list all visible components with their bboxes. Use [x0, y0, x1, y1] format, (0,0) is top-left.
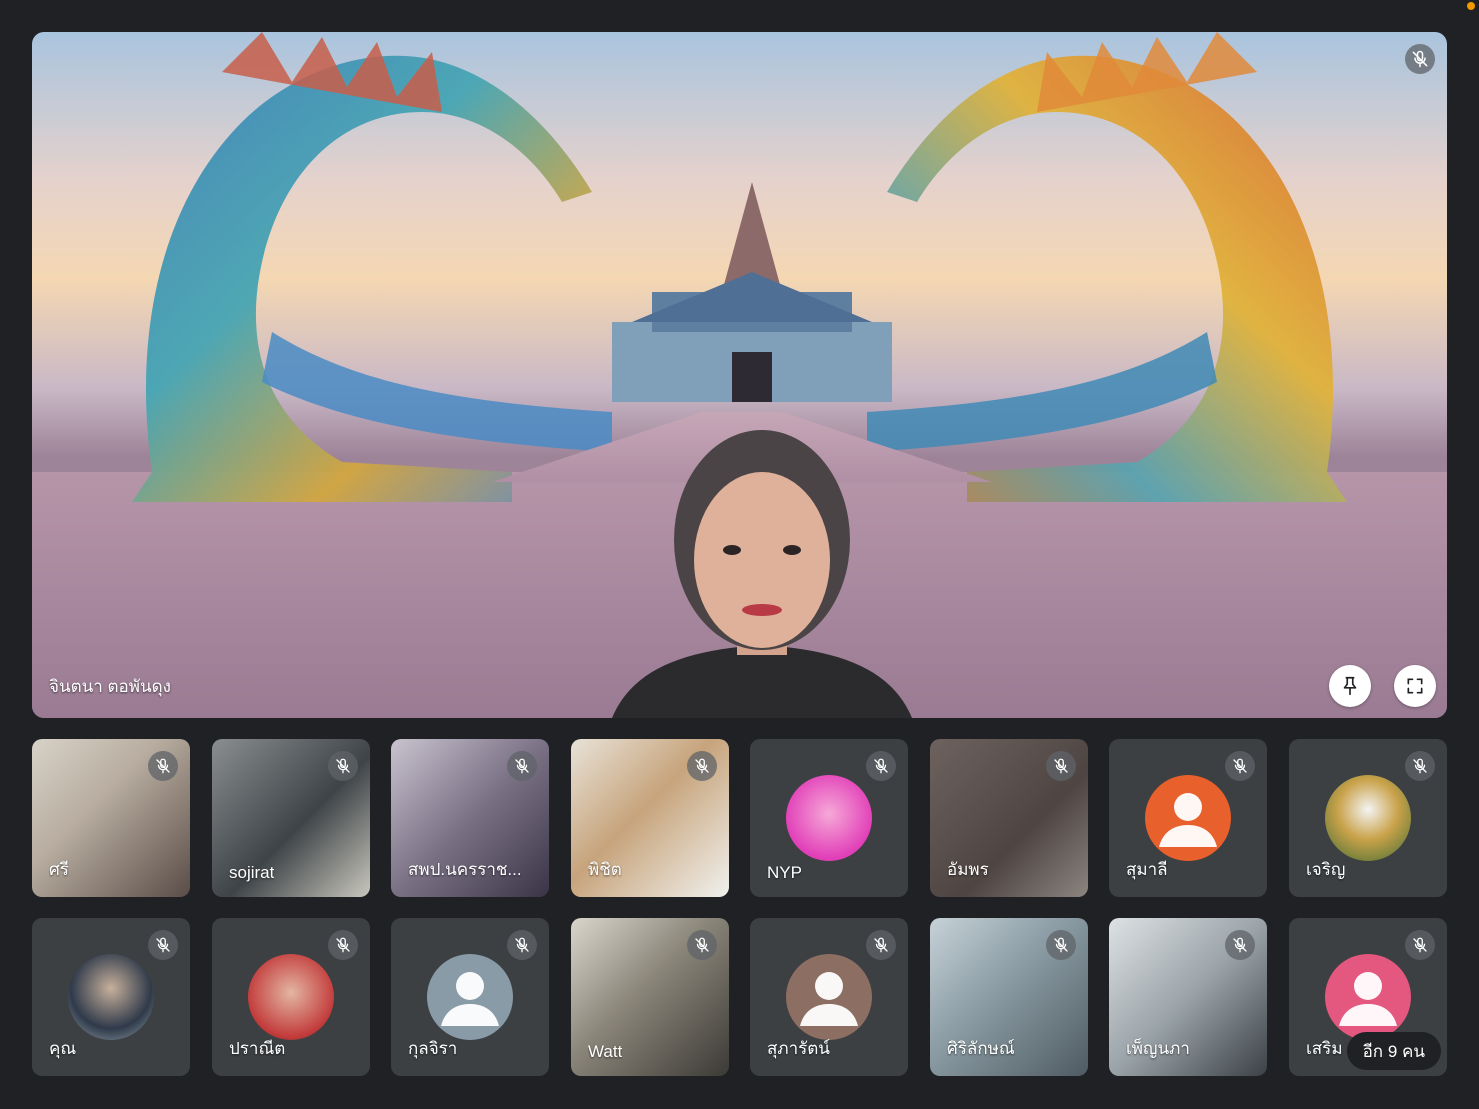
participant-name: สุมาลี — [1126, 860, 1168, 879]
participant-avatar — [786, 954, 872, 1040]
muted-mic-icon — [1225, 930, 1255, 960]
participant-name: คุณ — [49, 1039, 77, 1058]
participant-avatar — [248, 954, 334, 1040]
participant-tile[interactable]: ศรี — [32, 739, 190, 897]
muted-mic-icon — [687, 751, 717, 781]
participant-name: เจริญ — [1306, 860, 1346, 879]
participant-name: เสริม — [1306, 1039, 1343, 1058]
muted-mic-icon — [687, 930, 717, 960]
muted-mic-icon — [866, 751, 896, 781]
muted-mic-icon — [507, 930, 537, 960]
temple-background — [612, 182, 892, 402]
muted-mic-icon — [1225, 751, 1255, 781]
status-indicator-dot — [1467, 2, 1475, 10]
muted-mic-icon — [1405, 751, 1435, 781]
fullscreen-icon — [1407, 678, 1423, 694]
participant-tile[interactable]: sojirat — [212, 739, 370, 897]
participant-name: ศรี — [49, 860, 69, 879]
pin-icon — [1343, 676, 1357, 696]
participant-tile[interactable]: กุลจิรา — [391, 918, 549, 1076]
participant-name: Watt — [588, 1042, 623, 1061]
participant-tile[interactable]: ปราณีต — [212, 918, 370, 1076]
participant-name: เพ็ญนภา — [1126, 1039, 1190, 1058]
participant-tile[interactable]: สุมาลี — [1109, 739, 1267, 897]
muted-mic-icon — [328, 751, 358, 781]
participant-tile[interactable]: อัมพร — [930, 739, 1088, 897]
muted-mic-icon — [328, 930, 358, 960]
participant-name: NYP — [767, 863, 802, 882]
participant-avatar — [786, 775, 872, 861]
participant-name: พิชิต — [588, 860, 622, 879]
muted-mic-icon — [148, 751, 178, 781]
participant-tile[interactable]: พิชิต — [571, 739, 729, 897]
participant-name: กุลจิรา — [408, 1039, 458, 1058]
participant-name: ศิริลักษณ์ — [947, 1039, 1015, 1058]
muted-mic-icon — [507, 751, 537, 781]
participant-name: ปราณีต — [229, 1039, 286, 1058]
participant-name: sojirat — [229, 863, 275, 882]
more-participants-button[interactable]: อีก 9 คน — [1346, 1032, 1441, 1070]
participant-avatar — [427, 954, 513, 1040]
speaker-person — [612, 430, 912, 718]
participant-avatar — [1325, 954, 1411, 1040]
participant-name: สพป.นครราช... — [408, 860, 522, 879]
participant-tile[interactable]: Watt — [571, 918, 729, 1076]
participant-tile[interactable]: เจริญ — [1289, 739, 1447, 897]
participant-tile[interactable]: เสริม อีก 9 คน — [1289, 918, 1447, 1076]
participant-tile[interactable]: คุณ — [32, 918, 190, 1076]
naga-statue-left — [132, 32, 612, 502]
muted-mic-icon — [866, 930, 896, 960]
participant-name: อัมพร — [947, 860, 989, 879]
participant-avatar — [68, 954, 154, 1040]
participant-tile[interactable]: เพ็ญนภา — [1109, 918, 1267, 1076]
participant-tile[interactable]: NYP — [750, 739, 908, 897]
participant-avatar — [1145, 775, 1231, 861]
participant-tile[interactable]: สพป.นครราช... — [391, 739, 549, 897]
muted-mic-icon — [1046, 751, 1076, 781]
participant-tile[interactable]: ศิริลักษณ์ — [930, 918, 1088, 1076]
muted-mic-icon — [148, 930, 178, 960]
participant-name: สุภารัตน์ — [767, 1039, 830, 1058]
participant-tile[interactable]: สุภารัตน์ — [750, 918, 908, 1076]
muted-mic-icon — [1046, 930, 1076, 960]
fullscreen-button[interactable] — [1394, 665, 1436, 707]
main-speaker-name: จินตนา ตอพันดุง — [49, 677, 171, 696]
participant-avatar — [1325, 775, 1411, 861]
muted-mic-icon — [1405, 44, 1435, 74]
pin-button[interactable] — [1329, 665, 1371, 707]
muted-mic-icon — [1405, 930, 1435, 960]
main-speaker-tile[interactable]: จินตนา ตอพันดุง — [32, 32, 1447, 718]
